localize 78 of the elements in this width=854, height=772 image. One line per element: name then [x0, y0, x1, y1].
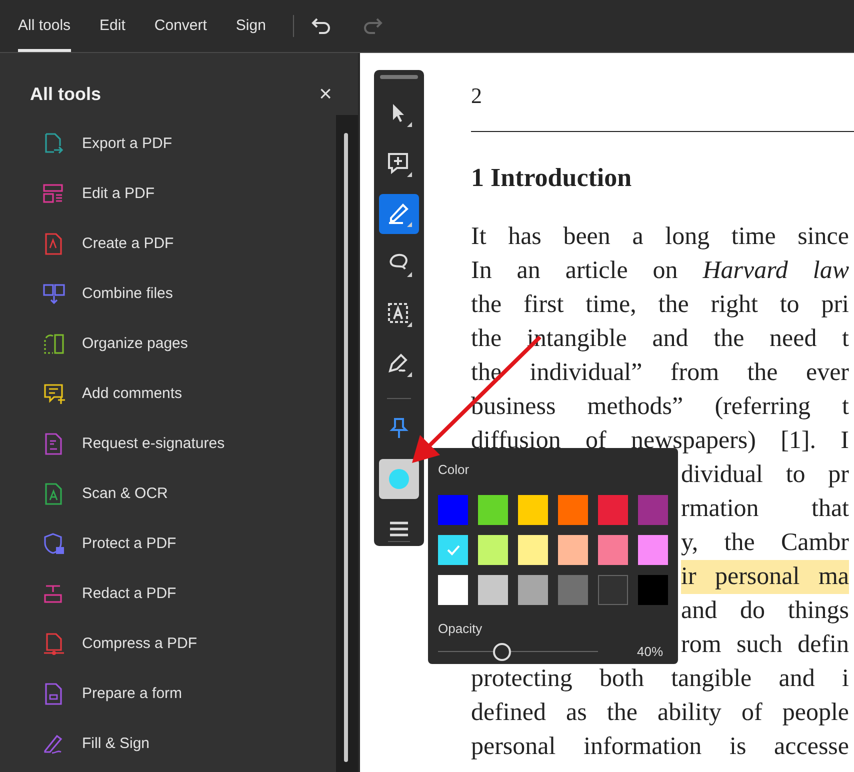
tool-item[interactable]: Add comments [0, 369, 336, 419]
color-swatch[interactable] [638, 534, 668, 564]
opacity-slider[interactable] [438, 642, 598, 662]
tool-label: Protect a PDF [82, 534, 176, 554]
text-line: the intangible and the need t [471, 324, 849, 354]
highlight-tool[interactable] [379, 194, 419, 234]
color-swatch[interactable] [478, 534, 508, 564]
tool-item[interactable]: Scan & OCR [0, 469, 336, 519]
tab[interactable]: Sign [236, 0, 266, 52]
tool-item[interactable]: Redact a PDF [0, 569, 336, 619]
tab[interactable]: Convert [154, 0, 207, 52]
text-line: the individual” from the ever [471, 358, 849, 388]
tool-label: Organize pages [82, 334, 188, 354]
text-line: It has been a long time since [471, 222, 849, 252]
tool-label: Redact a PDF [82, 584, 176, 604]
text-line: diffusion of newspapers) [1]. I [471, 426, 849, 456]
page-number: 2 [471, 82, 483, 109]
tool-label: Export a PDF [82, 134, 172, 154]
text-line: protecting both tangible and i [471, 664, 849, 694]
tool-item[interactable]: Edit a PDF [0, 169, 336, 219]
text-line: personal information is accesse [471, 732, 849, 762]
tool-label: Add comments [82, 384, 182, 404]
text-line: rmation that [681, 494, 849, 524]
color-swatch[interactable] [598, 494, 628, 524]
opacity-label: Opacity [438, 620, 484, 638]
color-swatch[interactable] [438, 534, 468, 564]
color-swatch[interactable] [478, 494, 508, 524]
tool-label: Request e-signatures [82, 434, 225, 454]
opacity-value: 40% [637, 643, 664, 662]
tool-item[interactable]: Create a PDF [0, 219, 336, 269]
text-line: y, the Cambr [681, 528, 849, 558]
close-button[interactable]: × [319, 83, 332, 105]
color-swatch[interactable] [558, 534, 588, 564]
tab[interactable]: Edit [100, 0, 126, 52]
drag-handle[interactable] [380, 75, 418, 79]
color-swatch[interactable] [558, 574, 588, 604]
tool-item[interactable]: Request e-signatures [0, 419, 336, 469]
tool-item[interactable]: Fill & Sign [0, 719, 336, 769]
color-swatch[interactable] [638, 574, 668, 604]
color-swatch[interactable] [518, 534, 548, 564]
tool-item[interactable]: Organize pages [0, 319, 336, 369]
text-line: business methods” (referring t [471, 392, 849, 422]
color-dot [388, 468, 410, 490]
text-line: the first time, the right to pri [471, 290, 849, 320]
color-swatch[interactable] [518, 574, 548, 604]
tool-item[interactable]: Prepare a form [0, 669, 336, 719]
tool-label: Fill & Sign [82, 734, 150, 754]
text-line: defined as the ability of people [471, 698, 849, 728]
text-line: In an article on Harvard law [471, 256, 849, 286]
highlighted-text: ir personal ma [681, 560, 849, 594]
tool-label: Create a PDF [82, 234, 174, 254]
tool-item[interactable]: Compress a PDF [0, 619, 336, 669]
section-heading: 1 Introduction [471, 162, 633, 194]
tool-item[interactable]: Export a PDF [0, 119, 336, 169]
tool-item[interactable]: Combine files [0, 269, 336, 319]
color-label: Color [438, 461, 470, 479]
color-swatch[interactable] [558, 494, 588, 524]
text-line: and do things [681, 596, 849, 626]
scrollbar[interactable] [336, 115, 358, 772]
text-line: dividual to pr [681, 460, 849, 490]
slider-thumb[interactable] [493, 643, 511, 661]
color-swatch[interactable] [518, 494, 548, 524]
color-swatch[interactable] [438, 574, 468, 604]
tool-label: Scan & OCR [82, 484, 168, 504]
tool-item[interactable]: Protect a PDF [0, 519, 336, 569]
tool-label: Prepare a form [82, 684, 182, 704]
color-swatch[interactable] [638, 494, 668, 524]
tool-label: Compress a PDF [82, 634, 198, 654]
color-swatch[interactable] [598, 534, 628, 564]
tool-label: Combine files [82, 284, 173, 304]
tool-label: Edit a PDF [82, 184, 155, 204]
color-tool[interactable] [379, 459, 419, 499]
text-line: rom such defin [681, 630, 849, 660]
color-swatch[interactable] [478, 574, 508, 604]
panel-title: All tools [30, 82, 101, 106]
check-icon [446, 544, 460, 556]
color-swatch[interactable] [598, 574, 628, 604]
color-swatch[interactable] [438, 494, 468, 524]
